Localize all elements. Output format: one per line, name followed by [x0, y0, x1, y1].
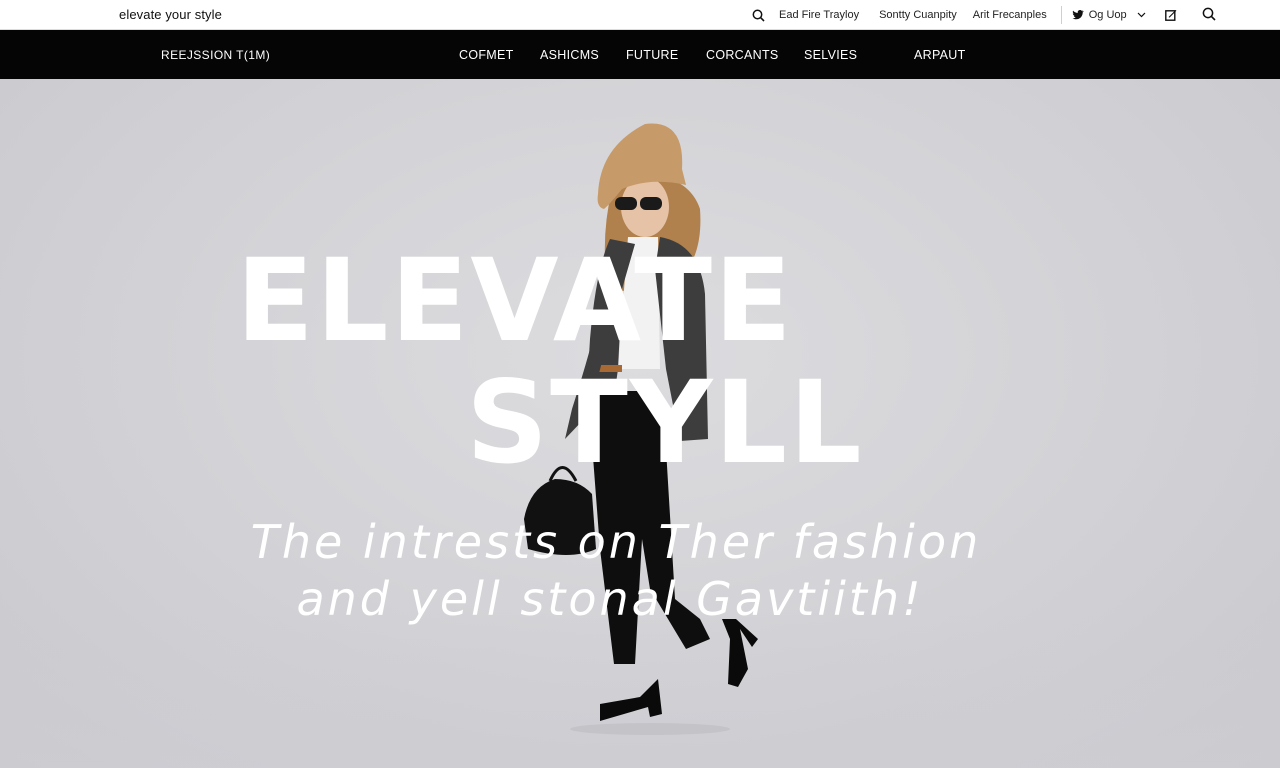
community-link-label: Sontty Cuanpity	[879, 9, 957, 21]
main-nav: REEJSSION T(1M) COFMET ASHICMS FUTURE CO…	[0, 30, 1280, 79]
utility-bar: elevate your style Ead Fire Trayloy Sont…	[0, 0, 1280, 30]
preferences-link[interactable]: Arit Frecanples	[973, 9, 1047, 21]
edit-icon	[1164, 9, 1177, 21]
nav-item-cofmet[interactable]: COFMET	[459, 48, 514, 62]
community-link[interactable]: Sontty Cuanpity	[879, 9, 957, 21]
nav-item-corcants[interactable]: CORCANTS	[706, 48, 779, 62]
search-icon	[752, 9, 765, 22]
nav-item-future[interactable]: FUTURE	[626, 48, 679, 62]
site-name[interactable]: elevate your style	[119, 7, 222, 22]
preferences-link-label: Arit Frecanples	[972, 9, 1047, 21]
nav-item-selvies[interactable]: SELVIES	[804, 48, 857, 62]
hero-banner[interactable]: ELEVATE STYLL The intrests on Ther fashi…	[0, 79, 1280, 768]
search-link-label: Ead Fire Trayloy	[779, 9, 860, 21]
utility-links: Ead Fire Trayloy Sontty Cuanpity Arit Fr…	[752, 0, 1280, 30]
nav-item-arpaut[interactable]: ARPAUT	[914, 48, 966, 62]
search-icon	[1202, 7, 1216, 21]
edit-button[interactable]	[1164, 9, 1177, 21]
social-label: Og Uop	[1088, 9, 1127, 21]
hero-tagline-line2: and yell stonal Gavtiith!	[296, 572, 924, 626]
twitter-icon	[1072, 10, 1084, 20]
hero-tagline-line1: The intrests on Ther fashion	[250, 515, 982, 569]
nav-item-ashicms[interactable]: ASHICMS	[540, 48, 599, 62]
hero-headline-line1: ELEVATE	[236, 234, 794, 367]
divider	[1156, 6, 1157, 24]
search-button[interactable]	[1202, 7, 1216, 21]
divider	[1060, 6, 1062, 24]
brand-logo[interactable]: REEJSSION T(1M)	[161, 48, 270, 62]
search-link[interactable]: Ead Fire Trayloy	[752, 9, 859, 22]
social-dropdown[interactable]: Og Uop	[1072, 9, 1146, 21]
chevron-down-icon	[1137, 12, 1146, 18]
hero-headline-line2: STYLL	[466, 356, 864, 489]
